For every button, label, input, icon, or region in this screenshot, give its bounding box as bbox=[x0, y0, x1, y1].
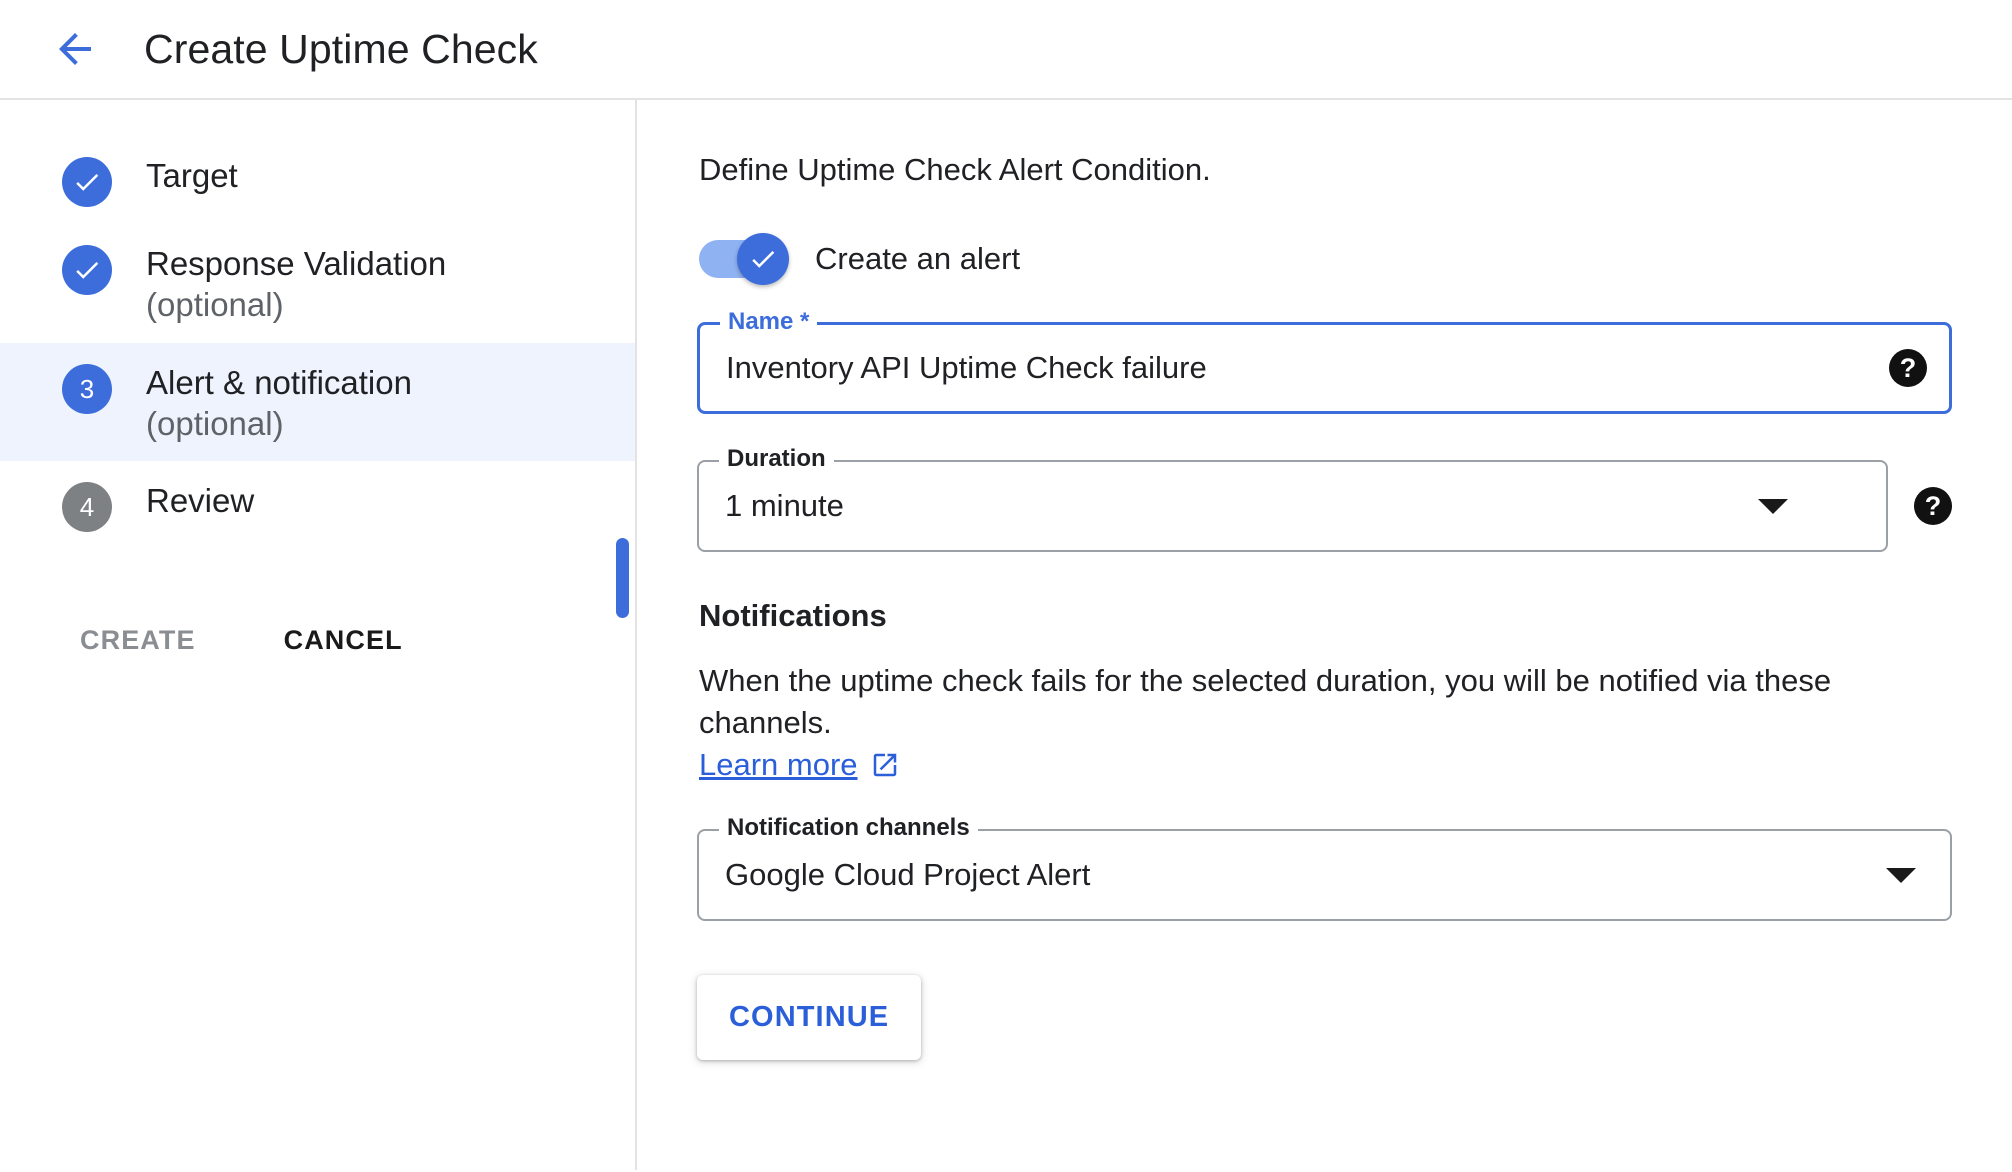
create-alert-label: Create an alert bbox=[815, 241, 1021, 276]
sidebar-item-label: Alert & notification bbox=[146, 363, 412, 401]
step-number: 3 bbox=[79, 373, 95, 404]
duration-field-value: 1 minute bbox=[725, 488, 844, 523]
open-in-new-icon bbox=[870, 750, 900, 780]
step-marker-done-icon bbox=[62, 157, 112, 207]
help-icon[interactable]: ? bbox=[1914, 487, 1952, 525]
chevron-down-icon[interactable] bbox=[1886, 867, 1916, 883]
intro-text: Define Uptime Check Alert Condition. bbox=[699, 152, 1211, 187]
name-field-label: Name * bbox=[720, 310, 818, 334]
cancel-button[interactable]: CANCEL bbox=[266, 611, 421, 670]
channels-field-row: Notification channels Google Cloud Proje… bbox=[697, 816, 1952, 922]
back-button[interactable] bbox=[46, 20, 104, 78]
check-icon bbox=[737, 233, 789, 285]
sidebar-item-response-validation[interactable]: Response Validation (optional) bbox=[0, 224, 635, 343]
name-field-value: Inventory API Uptime Check failure bbox=[726, 350, 1207, 385]
step-marker-done-icon bbox=[62, 245, 112, 295]
main-panel: Define Uptime Check Alert Condition. Cre… bbox=[637, 100, 2012, 1170]
sidebar-item-review[interactable]: 4 Review bbox=[0, 461, 635, 549]
app-header: Create Uptime Check bbox=[0, 0, 2012, 100]
sidebar-item-sublabel: (optional) bbox=[146, 286, 284, 324]
chevron-down-icon[interactable] bbox=[1758, 498, 1788, 514]
sidebar-item-target[interactable]: Target bbox=[0, 136, 635, 224]
notification-channels-field[interactable]: Notification channels Google Cloud Proje… bbox=[697, 816, 1952, 922]
sidebar-item-label: Response Validation bbox=[146, 245, 447, 282]
create-alert-toggle-row: Create an alert bbox=[699, 233, 1952, 285]
page-body: Target Response Validation (optional) 3 … bbox=[0, 100, 2012, 1170]
help-icon[interactable]: ? bbox=[1889, 349, 1927, 387]
notifications-description: When the uptime check fails for the sele… bbox=[699, 663, 1832, 740]
create-alert-toggle[interactable] bbox=[699, 233, 789, 285]
learn-more-label: Learn more bbox=[699, 747, 858, 783]
notification-channels-label: Notification channels bbox=[719, 816, 978, 841]
sidebar-actions: CREATE CANCEL bbox=[0, 611, 635, 670]
step-marker-number: 4 bbox=[62, 482, 112, 532]
duration-field-row: Duration 1 minute ? bbox=[697, 447, 1952, 552]
sidebar-item-sublabel: (optional) bbox=[146, 404, 284, 442]
notifications-heading: Notifications bbox=[699, 598, 887, 633]
page-title: Create Uptime Check bbox=[144, 25, 538, 72]
create-button[interactable]: CREATE bbox=[62, 611, 214, 670]
sidebar-item-label: Target bbox=[146, 157, 238, 194]
step-number: 4 bbox=[79, 492, 95, 522]
sidebar-item-alert-notification[interactable]: 3 Alert & notification (optional) bbox=[0, 342, 635, 461]
active-step-scrollbar[interactable] bbox=[616, 538, 629, 618]
name-field-row: Name * Inventory API Uptime Check failur… bbox=[697, 310, 1952, 414]
continue-button[interactable]: CONTINUE bbox=[697, 975, 922, 1061]
duration-field[interactable]: Duration 1 minute bbox=[697, 447, 1888, 552]
name-field[interactable]: Name * Inventory API Uptime Check failur… bbox=[697, 310, 1952, 414]
arrow-back-icon bbox=[51, 25, 99, 73]
stepper-sidebar: Target Response Validation (optional) 3 … bbox=[0, 100, 637, 1170]
step-marker-number: 3 bbox=[62, 363, 112, 414]
duration-field-label: Duration bbox=[719, 447, 834, 471]
learn-more-link[interactable]: Learn more bbox=[699, 747, 900, 783]
notification-channels-value: Google Cloud Project Alert bbox=[725, 857, 1091, 893]
sidebar-item-label: Review bbox=[146, 482, 255, 519]
